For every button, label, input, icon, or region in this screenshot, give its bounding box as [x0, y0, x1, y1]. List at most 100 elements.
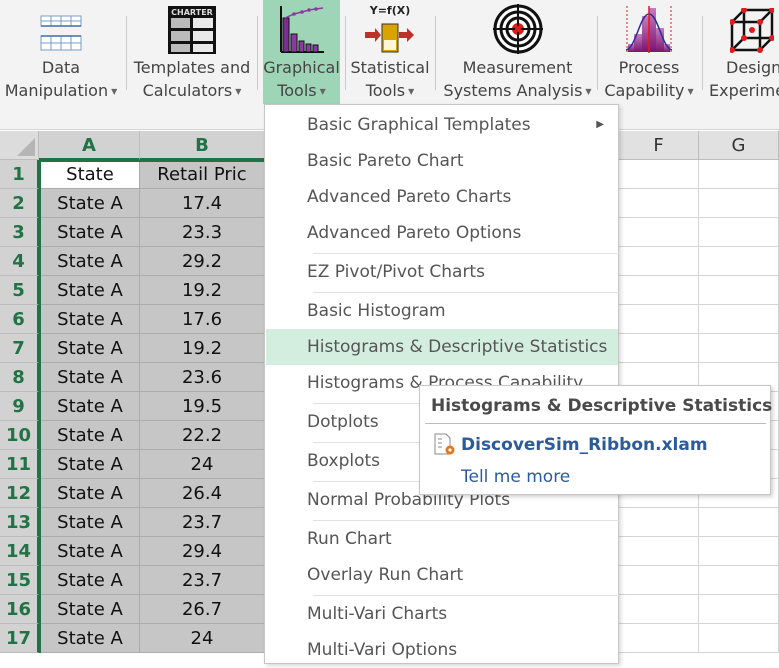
empty-cell[interactable] — [699, 247, 779, 276]
cell-retail-price[interactable]: 26.4 — [140, 479, 265, 508]
row-header[interactable]: 11 — [0, 450, 39, 479]
row-header[interactable]: 4 — [0, 247, 39, 276]
empty-cell[interactable] — [619, 247, 699, 276]
row-header[interactable]: 10 — [0, 421, 39, 450]
cell-retail-price[interactable]: 17.4 — [140, 189, 265, 218]
empty-cell[interactable] — [699, 160, 779, 189]
cell-retail-price[interactable]: 22.2 — [140, 421, 265, 450]
row-header[interactable]: 16 — [0, 595, 39, 624]
cell-state[interactable]: State A — [41, 334, 140, 363]
empty-cell[interactable] — [699, 508, 779, 537]
empty-cell[interactable] — [699, 624, 779, 653]
cell-header-state[interactable]: State — [41, 160, 140, 189]
empty-cell[interactable] — [699, 305, 779, 334]
target-icon — [440, 0, 595, 56]
cell-state[interactable]: State A — [41, 218, 140, 247]
empty-cell[interactable] — [619, 508, 699, 537]
cell-retail-price[interactable]: 26.7 — [140, 595, 265, 624]
row-header[interactable]: 12 — [0, 479, 39, 508]
cell-retail-price[interactable]: 29.2 — [140, 247, 265, 276]
menu-item-multi-vari-options[interactable]: Multi-Vari Options — [266, 632, 618, 668]
empty-cell[interactable] — [699, 334, 779, 363]
row-header[interactable]: 17 — [0, 624, 39, 653]
cell-state[interactable]: State A — [41, 276, 140, 305]
empty-cell[interactable] — [619, 334, 699, 363]
menu-item-run-chart[interactable]: Run Chart — [266, 521, 618, 557]
cell-retail-price[interactable]: 19.2 — [140, 276, 265, 305]
cell-retail-price[interactable]: 17.6 — [140, 305, 265, 334]
menu-item-ez-pivot-charts[interactable]: EZ Pivot/Pivot Charts — [266, 254, 618, 290]
empty-cell[interactable] — [699, 189, 779, 218]
row-header[interactable]: 1 — [0, 160, 39, 189]
column-header-a[interactable]: A — [39, 131, 140, 160]
column-header-g[interactable]: G — [699, 131, 779, 160]
cell-state[interactable]: State A — [41, 566, 140, 595]
data-manipulation-button[interactable]: Data Manipulation ▼ — [0, 0, 122, 104]
cell-state[interactable]: State A — [41, 595, 140, 624]
empty-cell[interactable] — [619, 305, 699, 334]
empty-cell[interactable] — [619, 537, 699, 566]
cell-state[interactable]: State A — [41, 450, 140, 479]
row-header[interactable]: 14 — [0, 537, 39, 566]
cell-state[interactable]: State A — [41, 537, 140, 566]
row-header[interactable]: 6 — [0, 305, 39, 334]
cell-retail-price[interactable]: 19.2 — [140, 334, 265, 363]
menu-item-overlay-run-chart[interactable]: Overlay Run Chart — [266, 557, 618, 593]
empty-cell[interactable] — [619, 189, 699, 218]
design-of-experiments-button[interactable]: Design Experime — [708, 0, 779, 104]
row-header[interactable]: 7 — [0, 334, 39, 363]
cell-state[interactable]: State A — [41, 421, 140, 450]
process-capability-button[interactable]: Process Capability ▼ — [601, 0, 697, 104]
menu-item-advanced-pareto-options[interactable]: Advanced Pareto Options — [266, 215, 618, 251]
cell-retail-price[interactable]: 23.3 — [140, 218, 265, 247]
cell-state[interactable]: State A — [41, 363, 140, 392]
menu-item-advanced-pareto-charts[interactable]: Advanced Pareto Charts — [266, 179, 618, 215]
measurement-systems-analysis-button[interactable]: Measurement Systems Analysis ▼ — [440, 0, 595, 104]
column-header-f[interactable]: F — [619, 131, 699, 160]
row-header[interactable]: 13 — [0, 508, 39, 537]
cell-state[interactable]: State A — [41, 392, 140, 421]
cell-retail-price[interactable]: 23.7 — [140, 566, 265, 595]
cell-retail-price[interactable]: 29.4 — [140, 537, 265, 566]
empty-cell[interactable] — [619, 624, 699, 653]
empty-cell[interactable] — [619, 566, 699, 595]
row-header[interactable]: 2 — [0, 189, 39, 218]
empty-cell[interactable] — [619, 160, 699, 189]
tell-me-more-link[interactable]: Tell me more — [461, 467, 570, 487]
row-header[interactable]: 15 — [0, 566, 39, 595]
cell-retail-price[interactable]: 19.5 — [140, 392, 265, 421]
cell-state[interactable]: State A — [41, 508, 140, 537]
cell-state[interactable]: State A — [41, 624, 140, 653]
row-header[interactable]: 8 — [0, 363, 39, 392]
menu-item-basic-graphical-templates[interactable]: Basic Graphical Templates ▶ — [266, 107, 618, 143]
cell-retail-price[interactable]: 23.7 — [140, 508, 265, 537]
row-header[interactable]: 5 — [0, 276, 39, 305]
menu-item-basic-pareto-chart[interactable]: Basic Pareto Chart — [266, 143, 618, 179]
empty-cell[interactable] — [699, 595, 779, 624]
empty-cell[interactable] — [699, 276, 779, 305]
cell-state[interactable]: State A — [41, 305, 140, 334]
empty-cell[interactable] — [699, 537, 779, 566]
row-header[interactable]: 9 — [0, 392, 39, 421]
statistical-tools-button[interactable]: Y=f(X) Statistical Tools ▼ — [349, 0, 431, 104]
cell-state[interactable]: State A — [41, 189, 140, 218]
cell-header-retail-price[interactable]: Retail Pric — [140, 160, 265, 189]
column-header-b[interactable]: B — [140, 131, 265, 160]
row-header[interactable]: 3 — [0, 218, 39, 247]
menu-item-basic-histogram[interactable]: Basic Histogram — [266, 293, 618, 329]
empty-cell[interactable] — [699, 566, 779, 595]
empty-cell[interactable] — [619, 276, 699, 305]
menu-item-histograms-descriptive-statistics[interactable]: Histograms & Descriptive Statistics — [266, 329, 618, 365]
empty-cell[interactable] — [619, 218, 699, 247]
templates-calculators-button[interactable]: CHARTER Templates and Calculators ▼ — [130, 0, 254, 104]
select-all-button[interactable] — [0, 131, 39, 160]
cell-retail-price[interactable]: 24 — [140, 450, 265, 479]
cell-state[interactable]: State A — [41, 479, 140, 508]
empty-cell[interactable] — [619, 595, 699, 624]
cell-retail-price[interactable]: 24 — [140, 624, 265, 653]
menu-item-multi-vari-charts[interactable]: Multi-Vari Charts — [266, 596, 618, 632]
cell-state[interactable]: State A — [41, 247, 140, 276]
graphical-tools-button[interactable]: Graphical Tools ▼ — [263, 0, 340, 104]
empty-cell[interactable] — [699, 218, 779, 247]
cell-retail-price[interactable]: 23.6 — [140, 363, 265, 392]
